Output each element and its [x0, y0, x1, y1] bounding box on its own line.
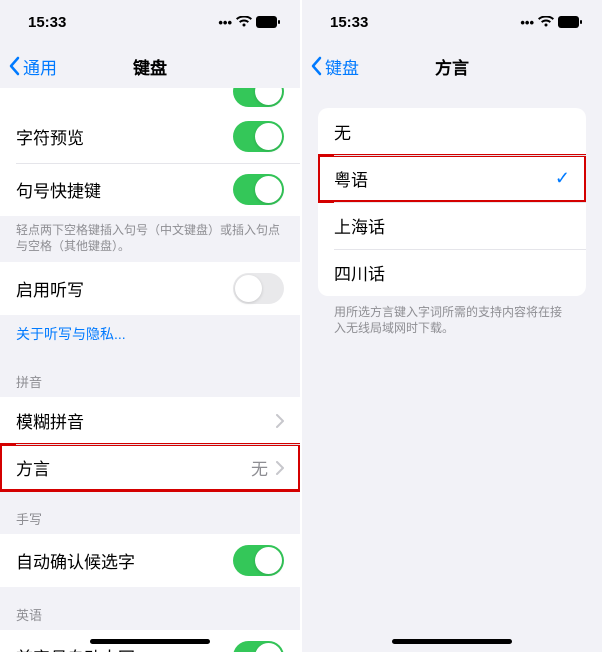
settings-row[interactable]: 句号快捷键 [0, 163, 300, 216]
status-time: 15:33 [330, 14, 368, 31]
section-header: 手写 [0, 491, 300, 534]
dictation-privacy-link[interactable]: 关于听写与隐私... [0, 315, 300, 354]
option-label: 上海话 [334, 213, 385, 238]
row-label: 自动确认候选字 [16, 548, 135, 573]
toggle-switch[interactable] [233, 121, 284, 152]
back-button[interactable]: 通用 [8, 54, 57, 79]
section-header: 拼音 [0, 354, 300, 397]
row-label: 启用听写 [16, 276, 84, 301]
wifi-icon [236, 16, 252, 28]
toggle-switch[interactable] [233, 88, 284, 107]
handwriting-row[interactable]: 自动确认候选字 [0, 534, 300, 587]
back-label: 通用 [23, 54, 57, 79]
chevron-left-icon [8, 56, 20, 76]
status-bar: 15:33 ••• [0, 0, 300, 44]
toggle-switch[interactable] [233, 273, 284, 304]
status-icons: ••• [520, 15, 582, 30]
settings-row[interactable]: 字符预览 [0, 110, 300, 163]
row-label: 模糊拼音 [16, 408, 84, 433]
status-bar: 15:33 ••• [302, 0, 602, 44]
wifi-icon [538, 16, 554, 28]
home-indicator[interactable] [90, 639, 210, 644]
chevron-left-icon [310, 56, 322, 76]
partial-row [0, 88, 300, 110]
cellular-icon: ••• [218, 15, 232, 30]
page-title: 键盘 [133, 54, 167, 79]
back-button[interactable]: 键盘 [310, 54, 359, 79]
home-indicator[interactable] [392, 639, 512, 644]
row-label: 字符预览 [16, 124, 84, 149]
battery-icon [256, 16, 280, 28]
chevron-right-icon [276, 461, 284, 475]
row-label: 首字母自动大写 [16, 644, 135, 652]
footer-text: 用所选方言键入字词所需的支持内容将在接入无线局域网时下载。 [302, 296, 602, 344]
toggle-switch[interactable] [233, 174, 284, 205]
chevron-right-icon [276, 414, 284, 428]
row-label: 句号快捷键 [16, 177, 101, 202]
nav-row[interactable]: 模糊拼音 [0, 397, 300, 444]
row-value: 无 [251, 455, 268, 480]
row-label: 方言 [16, 455, 50, 480]
toggle-switch[interactable] [233, 545, 284, 576]
checkmark-icon: ✓ [555, 168, 570, 189]
option-row[interactable]: 四川话 [318, 249, 586, 296]
cellular-icon: ••• [520, 15, 534, 30]
section-header: 英语 [0, 587, 300, 630]
nav-bar: 键盘 方言 [302, 44, 602, 88]
battery-icon [558, 16, 582, 28]
option-label: 四川话 [334, 260, 385, 285]
option-row[interactable]: 粤语 ✓ [318, 155, 586, 202]
page-title: 方言 [435, 54, 469, 79]
option-label: 无 [334, 119, 351, 144]
option-label: 粤语 [334, 166, 368, 191]
back-label: 键盘 [325, 54, 359, 79]
nav-row[interactable]: 方言 无 [0, 444, 300, 491]
footer-text: 轻点两下空格键插入句号（中文键盘）或插入句点与空格（其他键盘）。 [0, 216, 300, 262]
toggle-switch[interactable] [233, 641, 284, 652]
nav-bar: 通用 键盘 [0, 44, 300, 88]
option-row[interactable]: 上海话 [318, 202, 586, 249]
option-row[interactable]: 无 [318, 108, 586, 155]
dictation-row[interactable]: 启用听写 [0, 262, 300, 315]
status-time: 15:33 [28, 14, 66, 31]
status-icons: ••• [218, 15, 280, 30]
